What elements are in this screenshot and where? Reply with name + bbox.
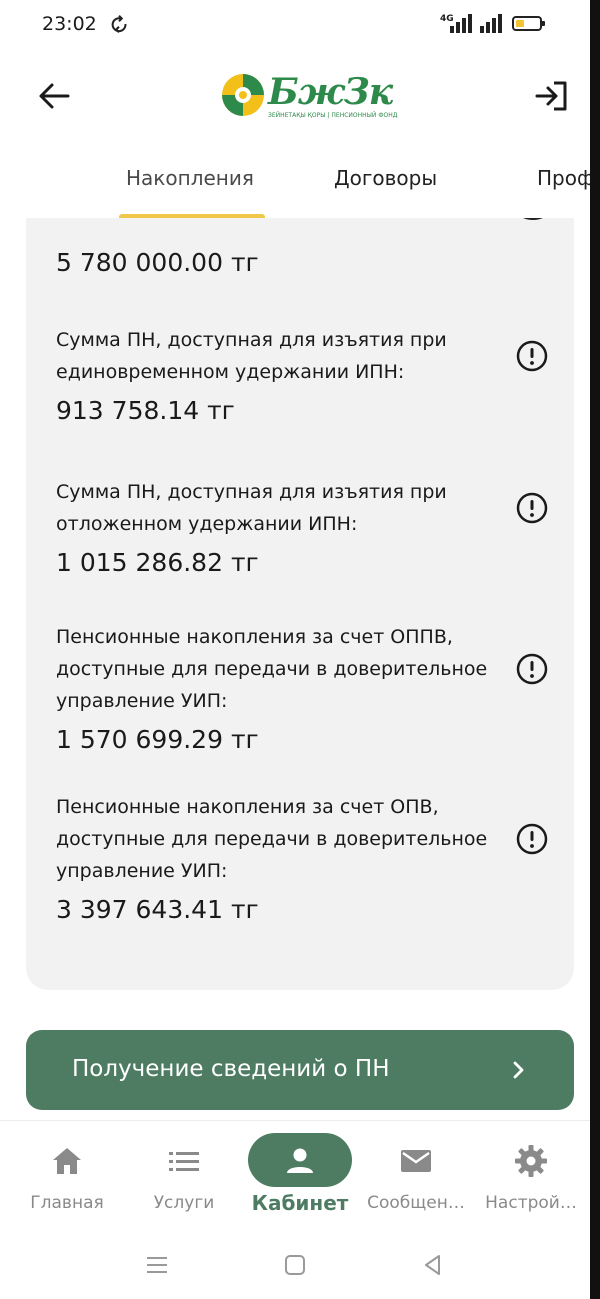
nav-services[interactable]: Услуги	[125, 1121, 243, 1221]
arrow-left-icon[interactable]	[36, 80, 72, 112]
home-square-icon[interactable]	[282, 1252, 308, 1278]
savings-card: 5 780 000.00 тг Сумма ПН, доступная для …	[26, 218, 574, 990]
logo-subtitle: ЗЕЙНЕТАҚЫ ҚОРЫ | ПЕНСИОННЫЙ ФОНД	[268, 112, 398, 119]
nav-messages-label: Сообщен…	[367, 1193, 465, 1213]
nav-cabinet-label: Кабинет	[251, 1191, 349, 1215]
total-amount: 5 780 000.00 тг	[56, 248, 259, 277]
app-screen: 23:02 4G БжЗк ЗЕЙНЕТАҚЫ ҚОРЫ | ПЕНСИОННЫ…	[0, 0, 590, 1299]
savings-item-label: Пенсионные накопления за счет ОПВ, досту…	[56, 796, 488, 882]
info-icon-partial[interactable]	[518, 218, 548, 220]
back-triangle-icon[interactable]	[420, 1252, 446, 1278]
battery-icon	[512, 16, 545, 31]
savings-item: Сумма ПН, доступная для изъятия при един…	[56, 324, 556, 425]
nav-cabinet[interactable]: Кабинет	[241, 1121, 359, 1221]
mail-icon	[401, 1150, 431, 1172]
savings-item: Пенсионные накопления за счет ОПВ, досту…	[56, 791, 556, 924]
info-icon[interactable]	[516, 492, 548, 524]
savings-item: Сумма ПН, доступная для изъятия при отло…	[56, 476, 556, 577]
battery-level	[516, 20, 524, 27]
person-icon	[287, 1148, 313, 1173]
tab-bar: Накопления Договоры Проф	[0, 150, 590, 220]
savings-item-label: Сумма ПН, доступная для изъятия при един…	[56, 329, 447, 383]
logo-emblem-icon	[222, 74, 264, 116]
tab-dogovory[interactable]: Договоры	[334, 166, 437, 190]
savings-item-label: Пенсионные накопления за счет ОППВ, дост…	[56, 626, 488, 712]
get-pn-info-button[interactable]: Получение сведений о ПН	[26, 1030, 574, 1110]
nav-settings-label: Настрой…	[485, 1193, 577, 1213]
info-icon[interactable]	[516, 340, 548, 372]
info-icon[interactable]	[516, 653, 548, 685]
status-bar: 23:02 4G	[0, 0, 590, 52]
tab-nakopleniya[interactable]: Накопления	[126, 166, 254, 190]
signal-icon-2	[480, 14, 502, 33]
savings-item-value: 913 758.14 тг	[56, 396, 235, 425]
savings-item-value: 1 570 699.29 тг	[56, 725, 259, 754]
screen-edge	[590, 0, 600, 1299]
status-time: 23:02	[42, 13, 97, 35]
menu-icon[interactable]	[144, 1252, 170, 1278]
logout-icon[interactable]	[532, 78, 570, 114]
savings-item: Пенсионные накопления за счет ОППВ, дост…	[56, 621, 556, 754]
nav-messages[interactable]: Сообщен…	[357, 1121, 475, 1221]
savings-item-label: Сумма ПН, доступная для изъятия при отло…	[56, 481, 447, 535]
home-icon	[53, 1148, 81, 1174]
nav-home[interactable]: Главная	[8, 1121, 126, 1221]
list-icon	[169, 1152, 199, 1171]
info-icon[interactable]	[516, 823, 548, 855]
logo-text: БжЗк	[268, 71, 393, 113]
fund-logo: БжЗк ЗЕЙНЕТАҚЫ ҚОРЫ | ПЕНСИОННЫЙ ФОНД	[220, 70, 397, 122]
system-navigation	[0, 1232, 590, 1299]
nav-settings[interactable]: Настрой…	[472, 1121, 590, 1221]
signal-icon	[450, 14, 472, 33]
gear-icon	[515, 1145, 547, 1177]
savings-item-value: 1 015 286.82 тг	[56, 548, 259, 577]
nav-home-label: Главная	[30, 1193, 104, 1213]
get-pn-info-label: Получение сведений о ПН	[72, 1056, 390, 1082]
savings-item-value: 3 397 643.41 тг	[56, 895, 259, 924]
chevron-right-icon	[513, 1061, 524, 1079]
sync-icon	[111, 15, 127, 33]
bottom-navigation: Главная Услуги Кабинет Сообщен… Настрой…	[0, 1120, 590, 1231]
nav-services-label: Услуги	[153, 1193, 215, 1213]
tab-profile[interactable]: Проф	[537, 166, 590, 190]
